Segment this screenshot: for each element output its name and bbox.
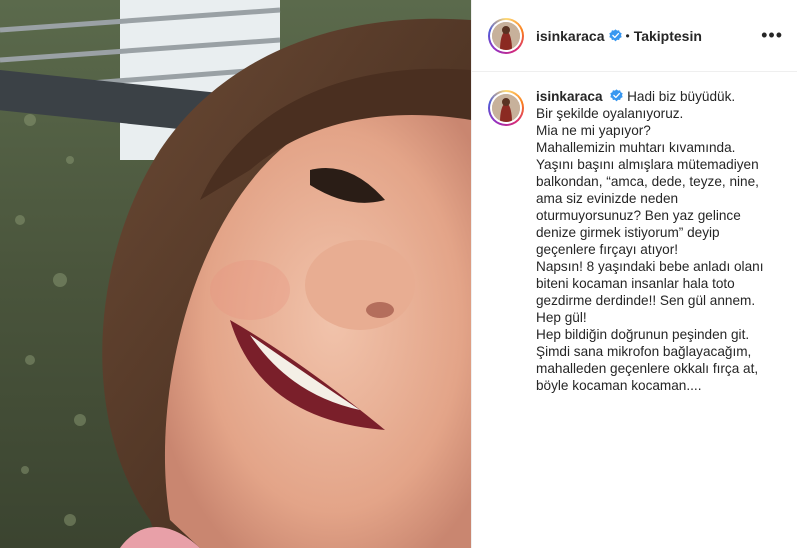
instagram-post: isinkaraca • Takiptesin ••• isinkaraca H… [0,0,797,548]
post-header: isinkaraca • Takiptesin ••• [472,0,797,72]
separator-dot: • [625,28,630,43]
caption-line: mahalleden geçenlere okkalı fırça at, [536,361,759,376]
avatar [492,21,520,50]
verified-badge-icon [610,89,623,102]
caption-line: Yaşını başını almışlara mütemadiyen [536,157,759,172]
caption-line: Mia ne mi yapıyor? [536,123,651,138]
post-side-panel: isinkaraca • Takiptesin ••• isinkaraca H… [471,0,797,548]
caption-line: gezdirme derdinde!! Sen gül annem. [536,293,756,308]
caption-line: geçenlere fırçayı atıyor! [536,242,679,257]
caption-line: Napsın! 8 yaşındaki bebe anladı olanı [536,259,764,274]
caption-line: Şimdi sana mikrofon bağlayacağım, [536,344,752,359]
verified-badge-icon [608,29,622,42]
following-button[interactable]: Takiptesin [634,28,702,44]
username-link[interactable]: isinkaraca [536,28,605,44]
caption-line: Bir şekilde oyalanıyoruz. [536,106,684,121]
avatar-story-ring[interactable] [488,17,524,54]
caption-line: denize girmek istiyorum” deyip [536,225,720,240]
photo-illustration [0,0,471,548]
caption-line: ama siz evinizde neden [536,191,679,206]
caption-line: Hadi biz büyüdük. [627,89,736,104]
more-horizontal-icon[interactable]: ••• [761,25,783,46]
post-photo[interactable] [0,0,471,548]
caption-line: Mahallemizin muhtarı kıvamında. [536,140,736,155]
caption-line: oturmuyorsunuz? Ben yaz gelince [536,208,741,223]
caption-avatar-ring[interactable] [488,90,524,126]
caption-username-link[interactable]: isinkaraca [536,89,603,104]
avatar [492,94,520,122]
caption-text: isinkaraca Hadi biz büyüdük. Bir şekilde… [536,88,763,394]
caption-line: Hep bildiğin doğrunun peşinden git. [536,327,750,342]
caption-line: Hep gül! [536,310,587,325]
caption-line: balkondan, “amca, dede, teyze, nine, [536,174,759,189]
caption-line: biteni kocaman insanlar hala toto [536,276,735,291]
caption-comment: isinkaraca Hadi biz büyüdük. Bir şekilde… [472,72,797,394]
caption-line: böyle kocaman kocaman.... [536,378,702,393]
